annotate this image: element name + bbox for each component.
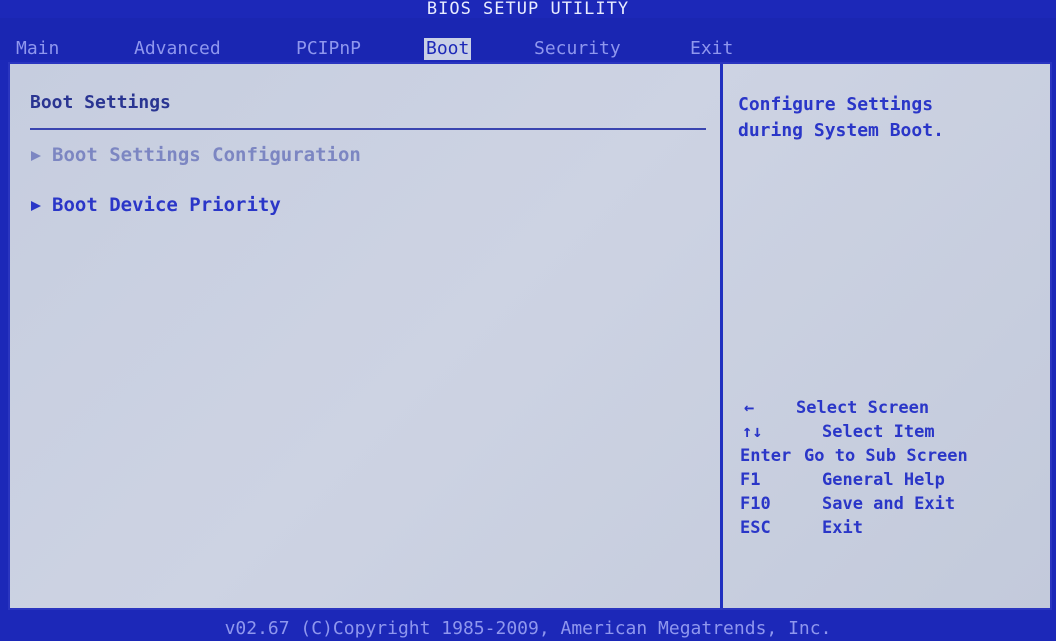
menu-item-boot-device-priority[interactable]: Boot Device Priority <box>30 194 281 216</box>
key-f10: F10 <box>740 494 771 514</box>
key-description: Select Screen <box>796 398 930 418</box>
key-description: Exit <box>822 518 863 538</box>
menu-item-label: Boot Device Priority <box>52 194 281 216</box>
tab-boot[interactable]: Boot <box>424 38 472 60</box>
key-description: General Help <box>822 470 945 490</box>
menu-item-boot-settings-configuration[interactable]: Boot Settings Configuration <box>30 144 361 166</box>
tab-security[interactable]: Security <box>534 38 621 60</box>
help-text: Configure Settings during System Boot. <box>738 94 944 141</box>
submenu-arrow-icon <box>30 150 42 162</box>
key-f1: F1 <box>740 470 761 490</box>
panel-divider <box>720 64 723 608</box>
main-panel: Boot Settings Boot Settings Configuratio… <box>8 62 1052 610</box>
copyright-footer: v02.67 (C)Copyright 1985-2009, American … <box>224 618 832 639</box>
key-description: Save and Exit <box>822 494 956 514</box>
tab-main[interactable]: Main <box>16 38 59 60</box>
key-enter: Enter <box>740 446 792 466</box>
key-description: Select Item <box>822 422 935 442</box>
key-description: Go to Sub Screen <box>804 446 968 466</box>
menu-bar: Main Advanced PCIPnP Boot Security Exit <box>0 18 1056 60</box>
section-divider <box>30 128 706 130</box>
key-left-arrow: ← <box>744 398 755 418</box>
submenu-arrow-icon <box>30 200 42 212</box>
key-esc: ESC <box>740 518 771 538</box>
menu-item-label: Boot Settings Configuration <box>52 144 361 166</box>
bios-title: BIOS SETUP UTILITY <box>426 0 630 19</box>
tab-advanced[interactable]: Advanced <box>134 38 221 60</box>
section-title: Boot Settings <box>30 92 171 113</box>
tab-exit[interactable]: Exit <box>690 38 733 60</box>
tab-pcipnp[interactable]: PCIPnP <box>296 38 361 60</box>
key-up-down-arrows: ↑↓ <box>742 422 763 442</box>
